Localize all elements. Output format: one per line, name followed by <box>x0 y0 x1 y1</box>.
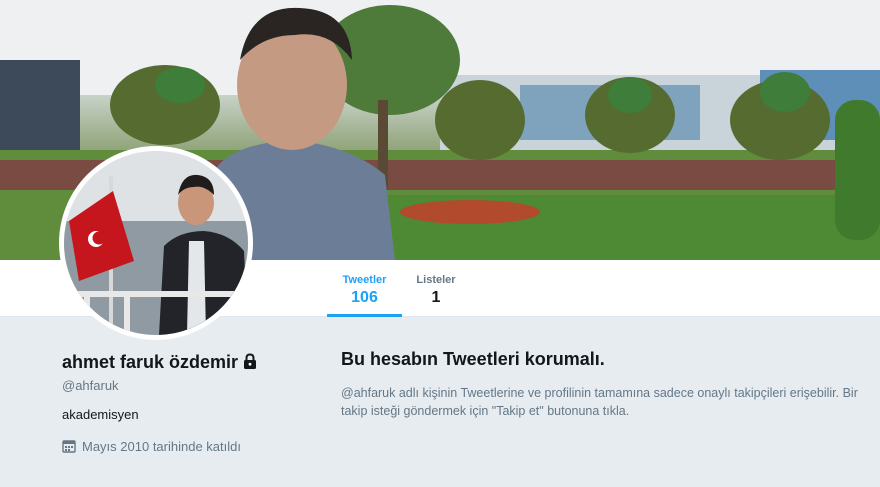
tab-lists[interactable]: Listeler 1 <box>410 260 462 316</box>
tab-tweets[interactable]: Tweetler 106 <box>327 260 402 317</box>
profile-handle[interactable]: @ahfaruk <box>62 378 119 393</box>
tab-lists-label: Listeler <box>416 274 456 286</box>
tab-lists-count: 1 <box>431 289 441 306</box>
profile-bio: akademisyen <box>62 407 139 422</box>
profile-name: ahmet faruk özdemir <box>62 352 258 374</box>
protected-title: Bu hesabın Tweetleri korumalı. <box>341 349 605 369</box>
profile-name-text: ahmet faruk özdemir <box>62 352 239 372</box>
avatar-image <box>64 151 248 335</box>
calendar-icon <box>62 439 76 456</box>
protected-text: @ahfaruk adlı kişinin Tweetlerine ve pro… <box>341 386 858 418</box>
profile-joined: Mayıs 2010 tarihinde katıldı <box>62 439 241 456</box>
tab-tweets-label: Tweetler <box>342 274 387 286</box>
profile-joined-text: Mayıs 2010 tarihinde katıldı <box>82 439 241 454</box>
tab-tweets-count: 106 <box>351 289 378 306</box>
lock-icon <box>242 353 258 374</box>
avatar[interactable] <box>59 146 253 340</box>
